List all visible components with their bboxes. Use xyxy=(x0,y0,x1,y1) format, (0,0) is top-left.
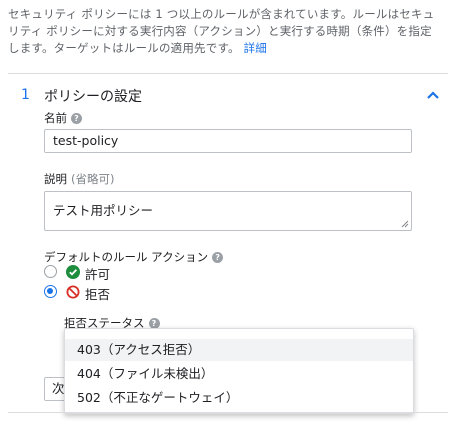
description-label-row: 説明 (省略可) xyxy=(44,171,114,187)
learn-more-link[interactable]: 詳細 xyxy=(244,41,267,55)
name-label: 名前 xyxy=(44,111,67,125)
deny-label: 拒否 xyxy=(85,287,111,302)
intro-line-1: セキュリティ ポリシーには 1 つ以上のルールが含まれています。ルールはセキュ xyxy=(8,7,435,21)
intro-text: セキュリティ ポリシーには 1 つ以上のルールが含まれています。ルールはセキュ … xyxy=(8,6,460,57)
intro-line-3: します。ターゲットはルールの適用先です。 詳細 xyxy=(8,41,267,55)
help-icon[interactable]: ? xyxy=(148,317,160,329)
resize-handle-icon[interactable] xyxy=(401,220,409,228)
description-label: 説明 xyxy=(44,172,67,186)
default-action-label-row: デフォルトのルール アクション ? xyxy=(44,249,224,265)
allow-radio[interactable] xyxy=(44,265,57,278)
optional-label: (省略可) xyxy=(71,172,115,186)
section-divider-bottom xyxy=(8,412,448,413)
section-title: ポリシーの設定 xyxy=(44,89,142,105)
description-value: テスト用ポリシー xyxy=(53,203,154,218)
intro-line-2: リティ ポリシーに対する実行内容（アクション）と実行する時期（条件）を指定 xyxy=(8,24,432,38)
help-icon[interactable]: ? xyxy=(212,251,224,263)
section-divider-top xyxy=(8,73,448,74)
help-icon[interactable]: ? xyxy=(71,112,82,124)
block-icon xyxy=(66,284,80,299)
check-circle-icon xyxy=(66,264,80,279)
deny-radio[interactable] xyxy=(44,285,57,298)
deny-status-option-404[interactable]: 404（ファイル未検出） xyxy=(65,363,413,385)
section-number: 1 xyxy=(21,87,30,103)
description-textarea[interactable]: テスト用ポリシー xyxy=(44,191,412,231)
name-label-row: 名前 ? xyxy=(44,110,82,126)
name-input[interactable]: test-policy xyxy=(44,129,412,153)
deny-status-dropdown[interactable]: 403（アクセス拒否） 404（ファイル未検出） 502（不正なゲートウェイ） xyxy=(64,328,414,414)
deny-status-option-403[interactable]: 403（アクセス拒否） xyxy=(65,339,413,361)
chevron-up-icon[interactable] xyxy=(423,85,443,105)
allow-label: 許可 xyxy=(85,267,111,282)
deny-status-option-502[interactable]: 502（不正なゲートウェイ） xyxy=(65,387,413,409)
default-action-label: デフォルトのルール アクション xyxy=(44,250,209,264)
